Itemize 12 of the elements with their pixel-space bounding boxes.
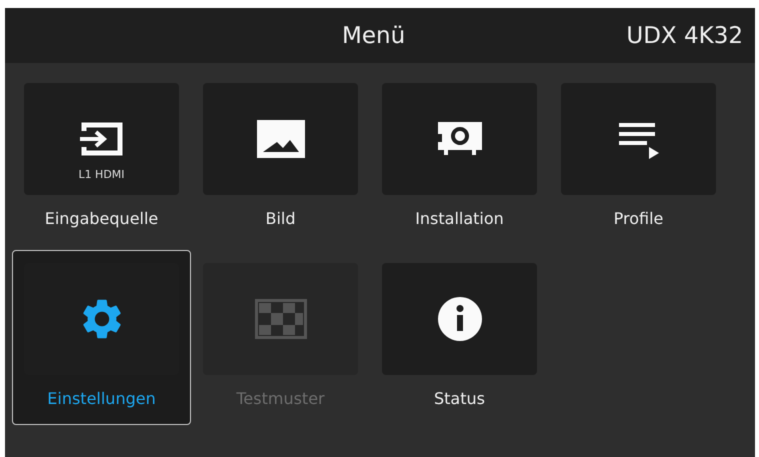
info-icon — [436, 295, 484, 343]
menu-item[interactable]: L1 HDMI Eingabequelle — [12, 70, 191, 245]
menu-item[interactable]: Profile — [549, 70, 728, 245]
menu-item[interactable]: Status — [370, 250, 549, 425]
checkerboard-icon — [254, 299, 306, 339]
menu-item[interactable]: Installation — [370, 70, 549, 245]
menu-item[interactable]: Bild — [191, 70, 370, 245]
menu-item[interactable]: Einstellungen — [12, 250, 191, 425]
menu-title: Menü — [342, 22, 406, 48]
model-name: UDX 4K32 — [626, 22, 743, 48]
source-label: L1 HDMI — [78, 168, 125, 181]
image-icon — [254, 118, 306, 160]
